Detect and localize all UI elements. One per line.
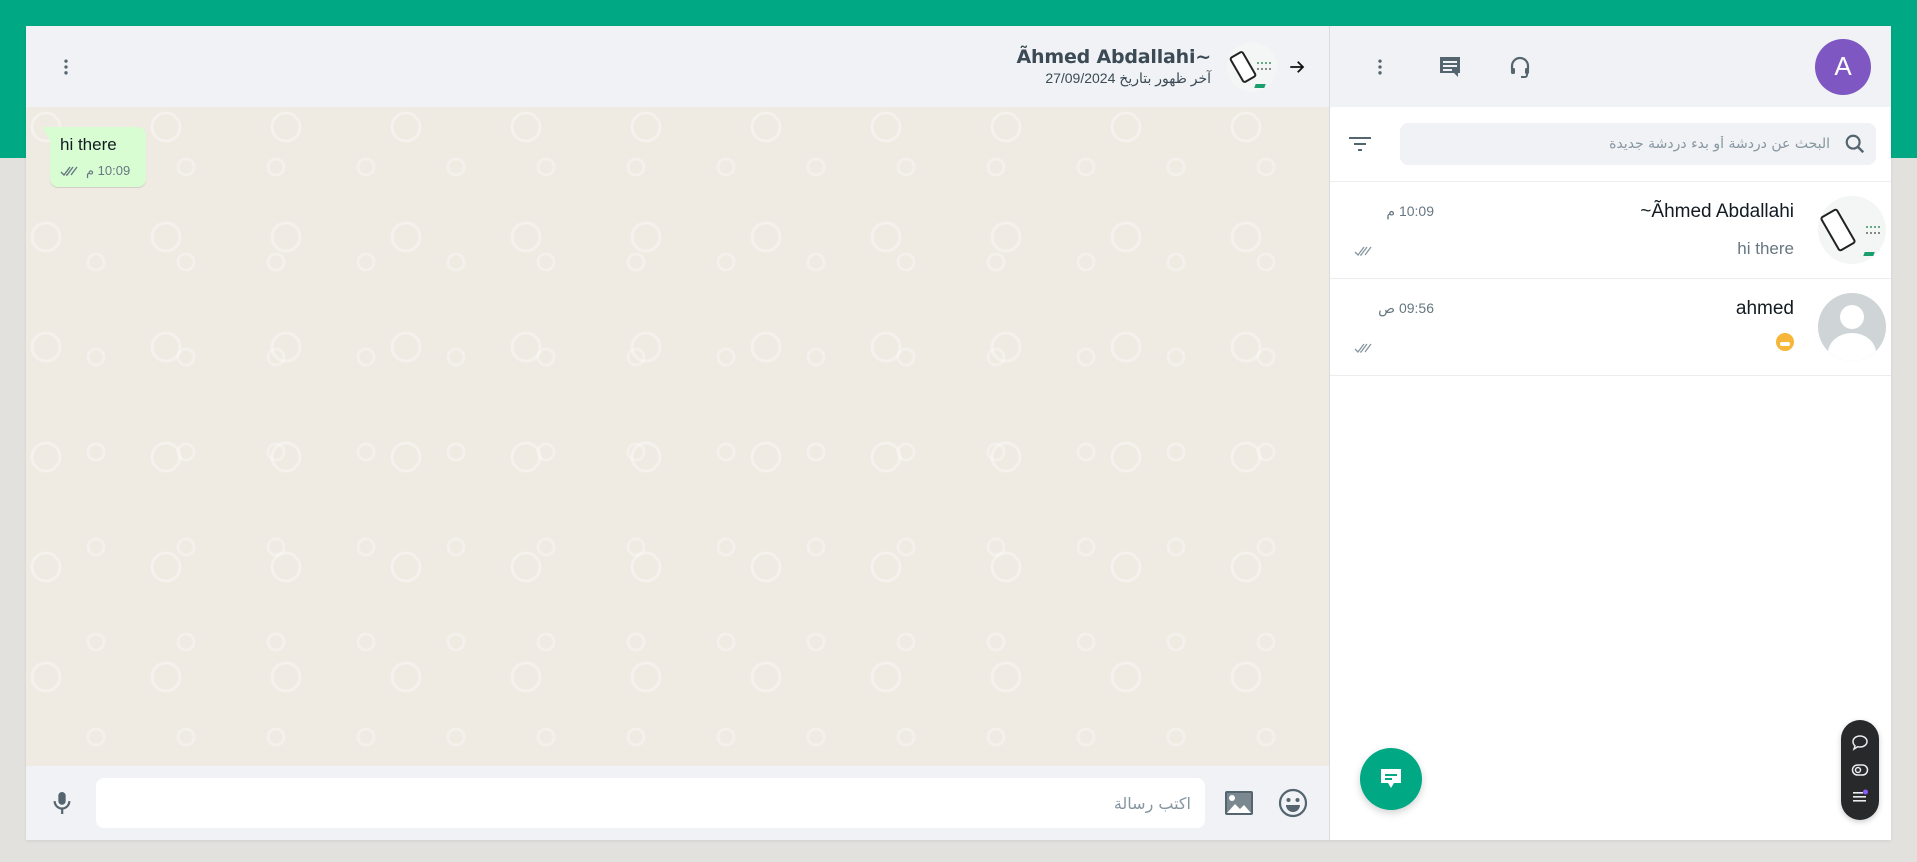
eye-icon: [1851, 764, 1869, 776]
chat-bubble-icon: [1852, 735, 1868, 752]
floating-chat-button[interactable]: [1848, 731, 1872, 755]
chat-item-avatar-default: [1818, 293, 1886, 361]
chat-item-name: ahmed: [1735, 298, 1794, 319]
support-button[interactable]: [1500, 47, 1540, 87]
search-input[interactable]: [1410, 136, 1830, 152]
support-headset-icon: [1510, 56, 1530, 78]
chat-item-last-message: [1434, 333, 1794, 356]
sidebar-header: A: [1330, 26, 1891, 107]
avatar-dots-graphic: [1866, 226, 1880, 234]
last-seen: آخر ظهور بتاريخ 27/09/2024: [1045, 70, 1211, 86]
search-icon: [1845, 134, 1865, 154]
mic-icon: [53, 792, 71, 814]
list-icon: [1853, 789, 1868, 802]
chat-item-last-message: hi there: [1737, 239, 1794, 258]
message-time: 10:09 م: [86, 163, 131, 178]
chat-item-text: ahmed: [1434, 294, 1818, 360]
grimace-emoji-icon: [1776, 333, 1794, 351]
contact-avatar[interactable]: [1227, 41, 1277, 92]
attach-image-button[interactable]: [1219, 783, 1259, 823]
chat-list-item[interactable]: 10:09 م ~Ãhmed Abdallahi hi there: [1330, 182, 1891, 279]
more-vertical-icon: [1378, 59, 1382, 74]
profile-avatar[interactable]: A: [1815, 38, 1871, 95]
floating-list-button[interactable]: [1848, 785, 1872, 809]
back-button[interactable]: [1285, 47, 1309, 87]
emoji-button[interactable]: [1273, 783, 1313, 823]
voice-record-button[interactable]: [42, 783, 82, 823]
avatar-phone-graphic: [1228, 49, 1258, 84]
message-bubble-outgoing[interactable]: hi there 10:09 م: [42, 127, 146, 187]
new-message-fab[interactable]: [1360, 748, 1422, 810]
chat-list: 10:09 م ~Ãhmed Abdallahi hi there 09:56 …: [1330, 182, 1891, 840]
conversation-header: Ãhmed Abdallahi~ آخر ظهور بتاريخ 27/09/2…: [26, 26, 1329, 107]
emoji-icon: [1278, 788, 1308, 818]
message-input[interactable]: [96, 778, 1205, 828]
new-message-icon: [1381, 769, 1401, 788]
chat-item-text: ~Ãhmed Abdallahi hi there: [1434, 197, 1818, 263]
conversation-menu-button[interactable]: [46, 47, 86, 87]
double-check-icon: [60, 166, 78, 177]
app-window: Ãhmed Abdallahi~ آخر ظهور بتاريخ 27/09/2…: [26, 26, 1891, 840]
chat-item-meta: 10:09 م: [1354, 197, 1434, 263]
avatar-dots-graphic: [1257, 61, 1271, 70]
arrow-right-icon: [1290, 60, 1305, 73]
chat-item-avatar: [1818, 196, 1886, 264]
message-area: hi there 10:09 م: [26, 107, 1329, 766]
contact-info[interactable]: Ãhmed Abdallahi~ آخر ظهور بتاريخ 27/09/2…: [1017, 26, 1309, 107]
filter-button[interactable]: [1340, 124, 1380, 164]
chat-list-item[interactable]: 09:56 ص ahmed: [1330, 279, 1891, 376]
double-check-icon: [1354, 246, 1372, 256]
new-chat-button[interactable]: [1430, 47, 1470, 87]
compose-bar: [26, 766, 1329, 840]
sidebar-menu-button[interactable]: [1360, 47, 1400, 87]
avatar-phone-graphic: [1819, 207, 1857, 253]
more-vertical-icon: [64, 59, 68, 74]
chat-item-meta: 09:56 ص: [1354, 294, 1434, 360]
message-meta: 10:09 م: [60, 163, 136, 179]
avatar-accent-graphic: [1254, 83, 1266, 88]
chat-item-time: 09:56 ص: [1378, 300, 1434, 316]
floating-view-button[interactable]: [1848, 758, 1872, 782]
contact-text: Ãhmed Abdallahi~ آخر ظهور بتاريخ 27/09/2…: [1016, 46, 1212, 87]
double-check-icon: [1354, 343, 1372, 353]
default-avatar-head: [1840, 305, 1864, 329]
filter-icon: [1349, 137, 1371, 151]
floating-toolbar: [1841, 720, 1879, 820]
search-box[interactable]: [1400, 123, 1876, 165]
message-text: hi there: [60, 135, 117, 154]
conversation-pane: Ãhmed Abdallahi~ آخر ظهور بتاريخ 27/09/2…: [26, 26, 1330, 840]
contact-name: Ãhmed Abdallahi~: [1016, 46, 1212, 68]
new-chat-icon: [1440, 56, 1460, 77]
chat-list-sidebar: A 10:09 م ~Ãhmed Abdallahi hi there: [1330, 26, 1891, 840]
chat-item-time: 10:09 م: [1386, 203, 1434, 219]
chat-item-name: ~Ãhmed Abdallahi: [1640, 201, 1794, 222]
search-row: [1330, 107, 1891, 182]
image-icon: [1225, 791, 1253, 815]
avatar-accent-graphic: [1863, 252, 1875, 256]
default-avatar-body: [1828, 333, 1876, 361]
